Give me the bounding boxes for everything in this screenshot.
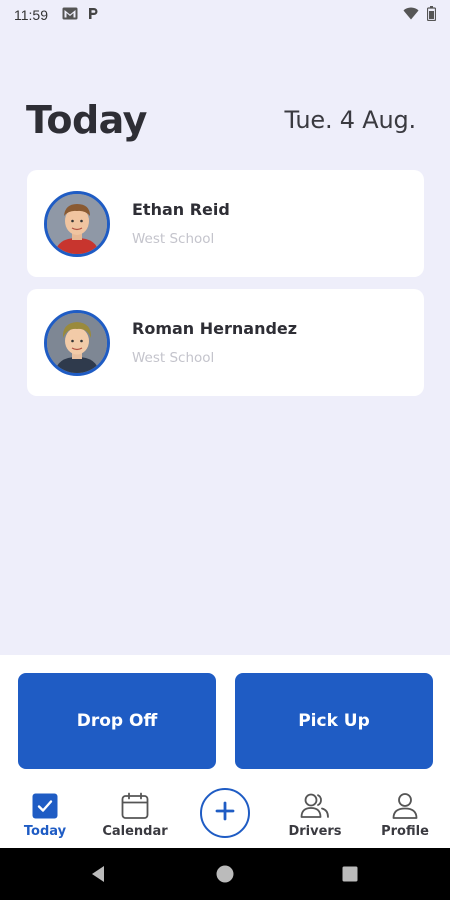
- wifi-icon: [403, 7, 419, 23]
- nav-label-today: Today: [23, 824, 67, 839]
- pick-up-button[interactable]: Pick Up: [235, 673, 433, 769]
- student-info: Ethan Reid West School: [132, 200, 230, 247]
- nav-label-calendar: Calendar: [102, 824, 168, 839]
- bottom-panel: Drop Off Pick Up Today Calendar Drivers …: [0, 655, 450, 848]
- page-date: Tue. 4 Aug.: [284, 106, 417, 134]
- student-name: Ethan Reid: [132, 200, 230, 219]
- nav-item-calendar[interactable]: Calendar: [95, 790, 175, 848]
- calendar-icon: [121, 790, 149, 822]
- status-bar: 11:59: [0, 0, 450, 30]
- nav-item-today[interactable]: Today: [5, 790, 85, 848]
- student-info: Roman Hernandez West School: [132, 319, 297, 366]
- drop-off-button[interactable]: Drop Off: [18, 673, 216, 769]
- student-avatar: [44, 309, 110, 376]
- student-school: West School: [132, 350, 215, 366]
- parking-icon: [88, 7, 99, 23]
- bottom-nav: Today Calendar Drivers Profile: [0, 788, 450, 848]
- student-name: Roman Hernandez: [132, 319, 298, 338]
- student-list: Ethan Reid West School Roman Hernandez W…: [27, 170, 424, 408]
- battery-icon: [426, 6, 437, 24]
- nav-item-profile[interactable]: Profile: [365, 790, 445, 848]
- student-avatar: [44, 190, 110, 257]
- home-icon[interactable]: [205, 848, 245, 900]
- back-icon[interactable]: [78, 848, 118, 900]
- nav-label-drivers: Drivers: [288, 824, 342, 839]
- gmail-icon: [62, 7, 78, 23]
- status-system-icons: [403, 6, 437, 24]
- status-notification-icons: [62, 7, 99, 23]
- student-card[interactable]: Ethan Reid West School: [27, 170, 424, 277]
- add-button[interactable]: [200, 788, 250, 838]
- page-title: Today: [26, 98, 147, 142]
- nav-item-drivers[interactable]: Drivers: [275, 790, 355, 848]
- student-school: West School: [132, 231, 215, 247]
- status-time: 11:59: [14, 7, 48, 23]
- page-header: Today Tue. 4 Aug.: [26, 95, 416, 145]
- system-nav-bar: [0, 848, 450, 900]
- recent-apps-icon[interactable]: [330, 848, 370, 900]
- app-screen: 11:59 Today Tue. 4 Aug. Ethan Reid West …: [0, 0, 450, 900]
- user-icon: [391, 790, 419, 822]
- plus-icon: [215, 801, 235, 825]
- checkbox-icon: [32, 790, 58, 822]
- student-card[interactable]: Roman Hernandez West School: [27, 289, 424, 396]
- nav-label-profile: Profile: [381, 824, 429, 839]
- users-icon: [300, 790, 330, 822]
